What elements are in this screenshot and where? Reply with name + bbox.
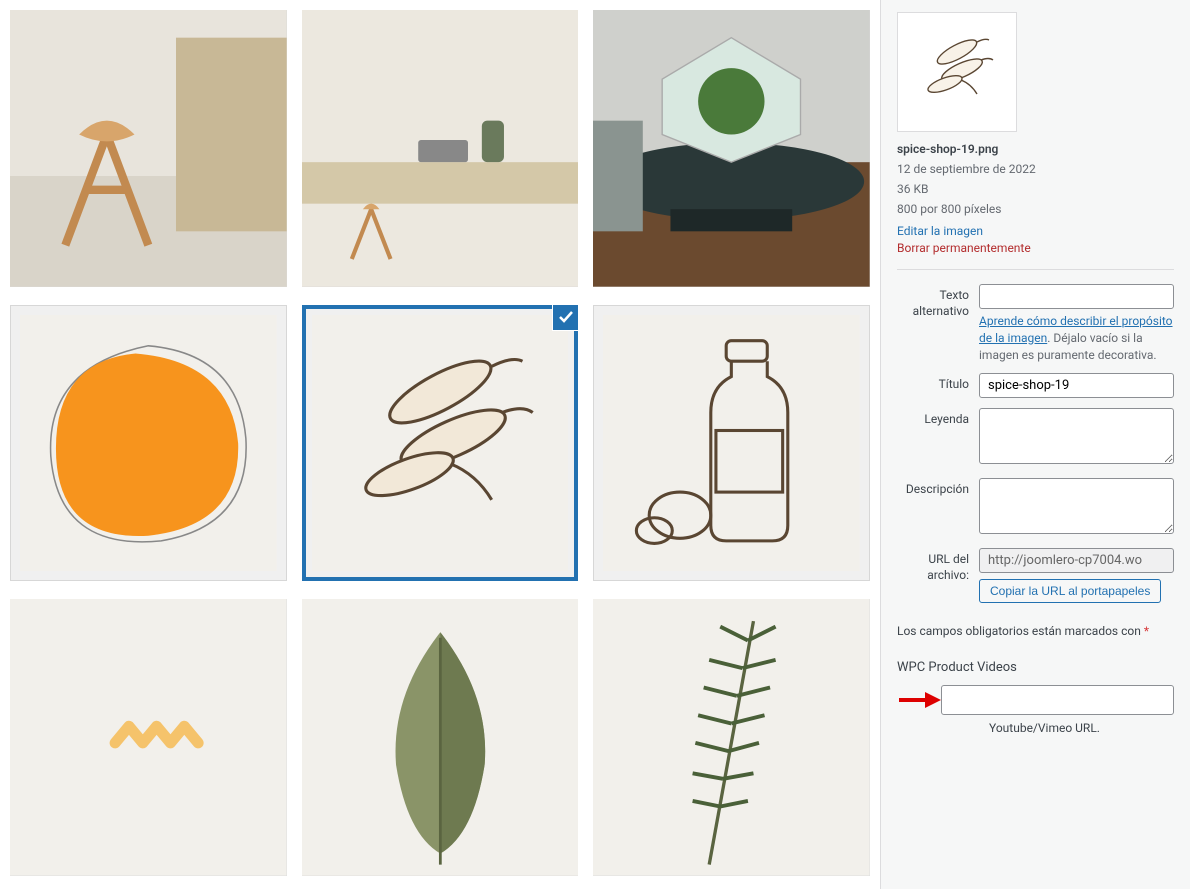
thumb-bottle-sketch bbox=[593, 305, 870, 582]
attachment-details-sidebar: spice-shop-19.png 12 de septiembre de 20… bbox=[880, 0, 1190, 889]
description-textarea[interactable] bbox=[979, 478, 1174, 534]
attachment-date: 12 de septiembre de 2022 bbox=[897, 160, 1174, 178]
thumb-spice-sketch bbox=[302, 305, 579, 582]
media-item-bottle-sketch[interactable] bbox=[593, 305, 870, 582]
video-url-hint: Youtube/Vimeo URL. bbox=[989, 721, 1174, 735]
alt-text-input[interactable] bbox=[979, 284, 1174, 309]
required-asterisk-icon: * bbox=[1144, 624, 1149, 638]
red-arrow-icon bbox=[897, 690, 941, 710]
thumb-zigzag-pattern bbox=[10, 599, 287, 876]
media-item-spice-sketch[interactable] bbox=[302, 305, 579, 582]
alt-help-text: Aprende cómo describir el propósito de l… bbox=[979, 313, 1174, 363]
thumb-terrarium-photo bbox=[593, 10, 870, 287]
caption-textarea[interactable] bbox=[979, 408, 1174, 464]
file-url-label: URL del archivo: bbox=[897, 548, 979, 583]
alt-text-label: Texto alternativo bbox=[897, 284, 979, 319]
thumb-orange-blob bbox=[10, 305, 287, 582]
media-item-rosemary[interactable] bbox=[593, 599, 870, 876]
media-item-terrarium[interactable] bbox=[593, 10, 870, 287]
wpc-section-title: WPC Product Videos bbox=[897, 660, 1174, 675]
attachment-dimensions: 800 por 800 píxeles bbox=[897, 200, 1174, 218]
thumb-stool-photo bbox=[10, 10, 287, 287]
thumb-spice-preview-icon bbox=[907, 22, 1007, 122]
description-label: Descripción bbox=[897, 478, 979, 498]
media-item-zigzag[interactable] bbox=[10, 599, 287, 876]
copy-url-button[interactable]: Copiar la URL al portapapeles bbox=[979, 579, 1161, 603]
title-input[interactable] bbox=[979, 373, 1174, 398]
edit-image-link[interactable]: Editar la imagen bbox=[897, 224, 983, 238]
thumb-leaf-photo bbox=[302, 599, 579, 876]
file-url-input[interactable] bbox=[979, 548, 1174, 573]
thumb-desk-photo bbox=[302, 10, 579, 287]
attachment-filesize: 36 KB bbox=[897, 180, 1174, 198]
media-item-leaf[interactable] bbox=[302, 599, 579, 876]
attachment-filename: spice-shop-19.png bbox=[897, 140, 1174, 158]
selected-check-icon bbox=[553, 305, 578, 330]
video-url-input[interactable] bbox=[941, 685, 1174, 715]
media-item-orange-blob[interactable] bbox=[10, 305, 287, 582]
title-label: Título bbox=[897, 373, 979, 393]
media-item-desk[interactable] bbox=[302, 10, 579, 287]
required-fields-note: Los campos obligatorios están marcados c… bbox=[897, 623, 1174, 640]
thumb-rosemary-photo bbox=[593, 599, 870, 876]
caption-label: Leyenda bbox=[897, 408, 979, 428]
delete-permanently-link[interactable]: Borrar permanentemente bbox=[897, 241, 1174, 255]
media-item-stool[interactable] bbox=[10, 10, 287, 287]
media-library-grid[interactable] bbox=[0, 0, 880, 889]
attachment-thumbnail bbox=[897, 12, 1017, 132]
